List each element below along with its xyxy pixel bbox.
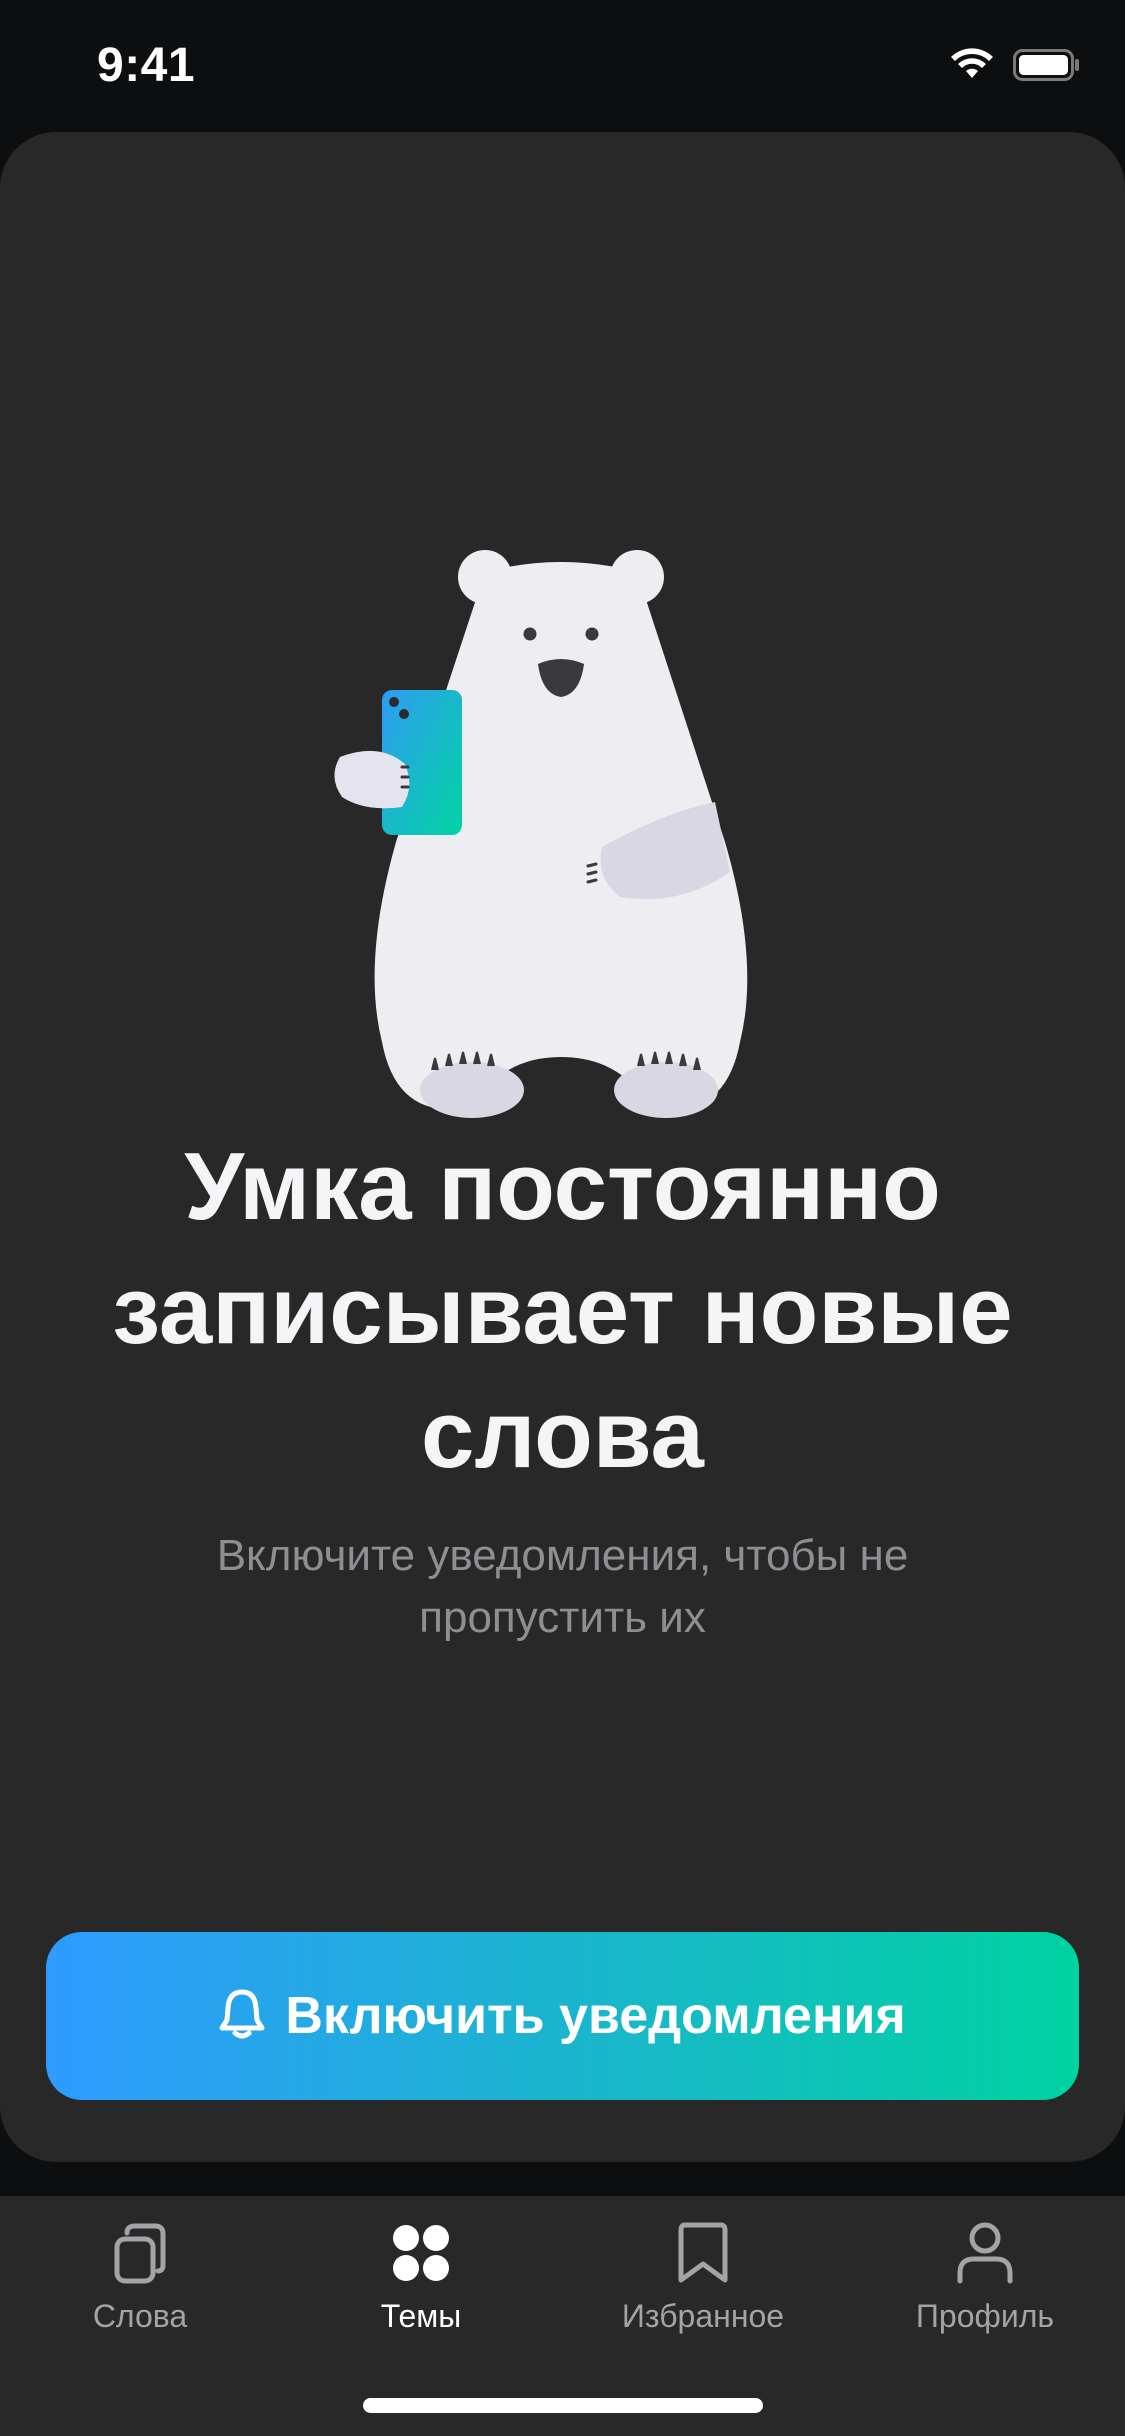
home-indicator [363,2398,763,2413]
tab-profile-label: Профиль [915,2298,1055,2334]
onboarding-headline: Умка постоянно записывает новые слова [112,1133,1013,1488]
person-icon [950,2218,1020,2288]
battery-icon [1013,49,1081,86]
cards-icon [105,2218,175,2288]
tab-topics[interactable]: Темы [321,2218,521,2358]
polar-bear-illustration [334,550,748,1118]
tab-bar: Слова Темы Избранное Профиль [0,2196,1125,2436]
tab-words[interactable]: Слова [40,2218,240,2358]
enable-notifications-button[interactable]: Включить уведомления [46,1932,1079,2100]
status-time: 9:41 [97,39,196,92]
bookmark-icon [668,2218,738,2288]
tab-favorites-label: Избранное [621,2298,785,2334]
onboarding-card: Умка постоянно записывает новые слова Вк… [0,132,1125,2162]
tab-favorites[interactable]: Избранное [603,2218,803,2358]
bell-icon [219,1988,265,2045]
status-icons [949,48,1081,87]
enable-notifications-label: Включить уведомления [285,1987,906,2045]
wifi-icon [949,48,995,87]
onboarding-subtitle: Включите уведомления, чтобы не пропустит… [216,1531,909,1642]
tab-profile[interactable]: Профиль [885,2218,1085,2358]
status-bar: 9:41 [0,0,1125,132]
tab-topics-label: Темы [380,2298,462,2334]
grid-dots-icon [386,2218,456,2288]
tab-words-label: Слова [92,2298,188,2334]
